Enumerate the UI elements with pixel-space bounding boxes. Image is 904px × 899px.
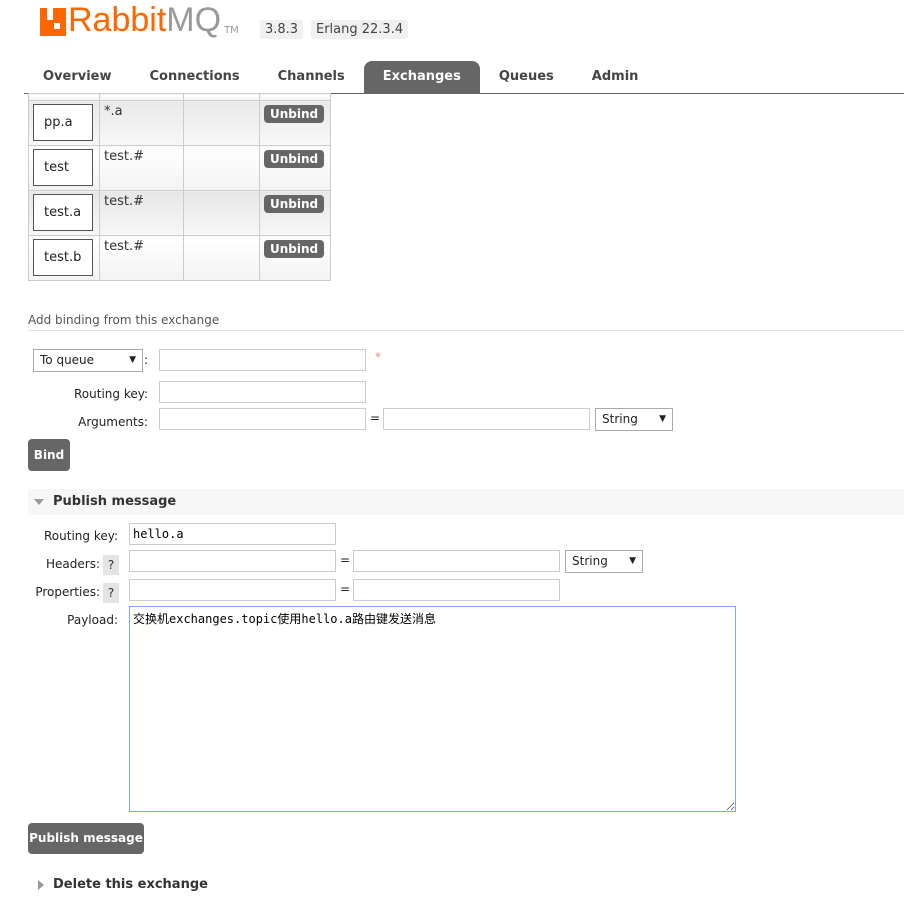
binding-arguments: [183, 100, 260, 146]
unbind-button[interactable]: Unbind: [264, 150, 325, 168]
triangle-right-icon: [38, 880, 44, 890]
tab-channels[interactable]: Channels: [259, 61, 364, 93]
colon-label: :: [144, 353, 149, 367]
header-value-input[interactable]: [353, 550, 560, 572]
bind-button[interactable]: Bind: [28, 439, 70, 471]
equals-sign: =: [340, 582, 351, 596]
publish-message-button[interactable]: Publish message: [28, 823, 144, 854]
binding-destination-link[interactable]: test: [33, 149, 93, 186]
table-row: test test.# Unbind: [28, 145, 331, 191]
equals-sign: =: [370, 411, 381, 425]
destination-type-select[interactable]: To queue: [33, 349, 143, 372]
publish-routing-key-input[interactable]: [129, 523, 336, 545]
main-nav: Overview Connections Channels Exchanges …: [24, 61, 657, 93]
bindings-table: pp.a *.a Unbind test test.# Unbind test.a tes…: [28, 93, 331, 281]
section-divider: [28, 330, 904, 331]
tab-connections[interactable]: Connections: [131, 61, 259, 93]
header-key-input[interactable]: [129, 550, 336, 572]
destination-name-input[interactable]: [159, 349, 366, 371]
argument-value-input[interactable]: [383, 408, 590, 430]
version-badge: 3.8.3: [260, 20, 304, 39]
tab-queues[interactable]: Queues: [480, 61, 573, 93]
binding-arguments: [183, 235, 260, 281]
erlang-badge: Erlang 22.3.4: [311, 20, 409, 39]
table-row: test.b test.# Unbind: [28, 235, 331, 281]
binding-routing-key: test.#: [99, 145, 184, 191]
binding-arguments: [183, 190, 260, 236]
headers-help-icon[interactable]: ?: [103, 555, 119, 575]
header-type-select[interactable]: String: [565, 550, 643, 573]
argument-key-input[interactable]: [159, 408, 366, 430]
unbind-button[interactable]: Unbind: [264, 105, 325, 123]
tab-overview[interactable]: Overview: [24, 61, 131, 93]
properties-label: Properties:: [35, 585, 100, 599]
publish-message-toggle[interactable]: Publish message: [28, 489, 904, 515]
tab-admin[interactable]: Admin: [573, 61, 658, 93]
binding-routing-key: test.#: [99, 235, 184, 281]
unbind-button[interactable]: Unbind: [264, 240, 325, 258]
delete-exchange-toggle[interactable]: Delete this exchange: [28, 874, 328, 896]
delete-exchange-heading: Delete this exchange: [53, 877, 208, 892]
table-row: test.a test.# Unbind: [28, 190, 331, 236]
properties-help-icon[interactable]: ?: [103, 583, 119, 603]
binding-routing-key-input[interactable]: [159, 381, 366, 403]
payload-textarea[interactable]: 交换机exchanges.topic使用hello.a路由键发送消息: [129, 606, 736, 812]
publish-message-heading: Publish message: [53, 494, 177, 509]
unbind-button[interactable]: Unbind: [264, 195, 325, 213]
binding-routing-key: test.#: [99, 190, 184, 236]
binding-routing-key: *.a: [99, 100, 184, 146]
binding-arguments: [183, 145, 260, 191]
headers-label: Headers:: [46, 557, 100, 571]
publish-routing-key-label: Routing key:: [44, 529, 118, 543]
table-row: pp.a *.a Unbind: [28, 100, 331, 146]
tab-exchanges[interactable]: Exchanges: [363, 61, 480, 93]
routing-key-label: Routing key:: [74, 387, 148, 401]
property-key-input[interactable]: [129, 579, 336, 601]
rabbitmq-logo: Rabbit MQ TM: [40, 3, 239, 37]
required-marker: *: [375, 350, 381, 364]
triangle-down-icon: [34, 499, 44, 505]
argument-type-select[interactable]: String: [595, 408, 673, 431]
equals-sign: =: [340, 553, 351, 567]
property-value-input[interactable]: [353, 579, 560, 601]
binding-destination-link[interactable]: pp.a: [33, 104, 93, 141]
add-binding-heading: Add binding from this exchange: [28, 313, 220, 327]
rabbit-logo-icon: [40, 8, 66, 36]
payload-label: Payload:: [67, 613, 118, 627]
arguments-label: Arguments:: [78, 415, 148, 429]
binding-destination-link[interactable]: test.a: [33, 194, 93, 231]
binding-destination-link[interactable]: test.b: [33, 239, 93, 276]
